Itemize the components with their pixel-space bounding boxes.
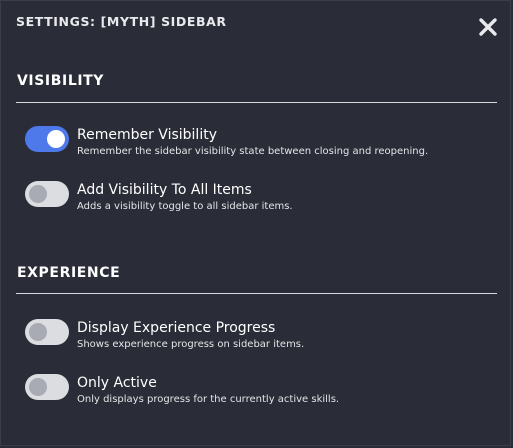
setting-description: Remember the sidebar visibility state be… [77, 146, 429, 157]
toggle-knob [29, 185, 47, 203]
setting-description: Only displays progress for the currently… [77, 394, 340, 405]
setting-remember-visibility: Remember Visibility Remember the sidebar… [25, 126, 495, 160]
add-visibility-toggle[interactable] [25, 181, 69, 207]
section-divider [16, 293, 497, 294]
setting-label: Add Visibility To All Items [77, 182, 252, 198]
close-button[interactable] [477, 16, 499, 38]
remember-visibility-toggle[interactable] [25, 126, 69, 152]
only-active-toggle[interactable] [25, 374, 69, 400]
toggle-knob [29, 378, 47, 396]
setting-display-experience-progress: Display Experience Progress Shows experi… [25, 319, 495, 353]
toggle-knob [29, 323, 47, 341]
section-title-visibility: VISIBILITY [17, 73, 105, 89]
close-icon [479, 18, 497, 36]
setting-add-visibility-to-all-items: Add Visibility To All Items Adds a visib… [25, 181, 495, 215]
settings-dialog: SETTINGS: [MYTH] SIDEBAR VISIBILITY Reme… [0, 0, 511, 446]
dialog-title: SETTINGS: [MYTH] SIDEBAR [16, 14, 227, 29]
section-title-experience: EXPERIENCE [17, 265, 121, 281]
setting-description: Shows experience progress on sidebar ite… [77, 339, 305, 350]
setting-label: Remember Visibility [77, 127, 217, 143]
display-experience-progress-toggle[interactable] [25, 319, 69, 345]
toggle-knob [47, 130, 65, 148]
setting-label: Only Active [77, 375, 157, 391]
setting-label: Display Experience Progress [77, 320, 276, 336]
setting-only-active: Only Active Only displays progress for t… [25, 374, 495, 408]
section-divider [16, 102, 497, 103]
setting-description: Adds a visibility toggle to all sidebar … [77, 201, 293, 212]
